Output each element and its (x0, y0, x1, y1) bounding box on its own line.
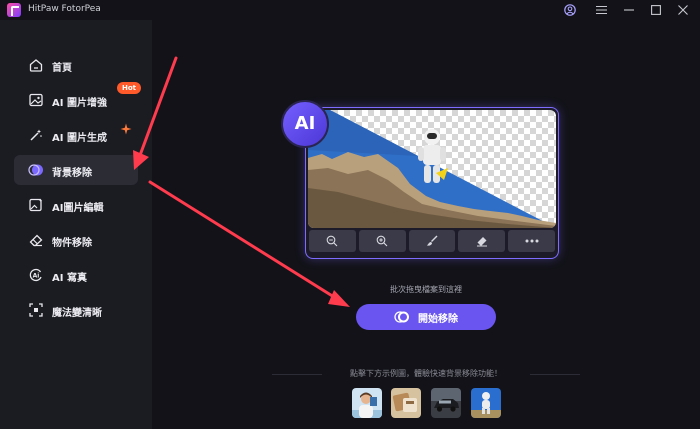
close-icon[interactable] (674, 2, 692, 18)
sidebar-item-label: 首頁 (52, 63, 72, 74)
hot-badge: Hot (117, 82, 141, 94)
image-edit-icon (29, 198, 43, 212)
preview-card (305, 107, 559, 259)
image-enhance-icon (29, 93, 43, 107)
divider (530, 374, 580, 375)
sample-product[interactable] (391, 388, 421, 418)
menu-icon[interactable] (592, 2, 610, 18)
app-logo-icon (7, 3, 21, 17)
ai-portrait-icon: Ai (29, 268, 42, 282)
background-remove-icon (394, 311, 409, 323)
svg-text:Ai: Ai (33, 273, 40, 280)
zoom-out-button[interactable] (309, 230, 356, 252)
more-icon (525, 239, 539, 243)
sidebar-item-label: 魔法變清晰 (52, 308, 102, 319)
sidebar-item-label: AI 圖片生成 (52, 133, 107, 144)
sharpen-icon (29, 303, 43, 317)
sidebar-item-ai-portrait[interactable]: Ai AI 寫真 (14, 260, 138, 290)
app-title: HitPaw FotorPea (28, 4, 101, 14)
sidebar-item-home[interactable]: 首頁 (14, 50, 138, 80)
sparkle-icon (120, 123, 132, 135)
preview-toolbar (309, 230, 555, 254)
eraser-button[interactable] (458, 230, 506, 252)
ai-badge: AI (281, 100, 329, 148)
sidebar-item-background-remove[interactable]: 背景移除 (14, 155, 138, 185)
sample-car[interactable] (431, 388, 461, 418)
sidebar-item-label: AI 寫真 (52, 273, 87, 284)
sidebar-item-sharpen[interactable]: 魔法變清晰 (14, 295, 138, 325)
drop-hint: 批次拖曳檔案到這裡 (390, 285, 462, 294)
sample-portrait[interactable] (352, 388, 382, 418)
sidebar-item-label: 物件移除 (52, 238, 92, 249)
sidebar-item-ai-generate[interactable]: AI 圖片生成 (14, 120, 138, 150)
brush-button[interactable] (408, 230, 456, 252)
sidebar-item-label: 背景移除 (52, 168, 92, 179)
zoom-in-icon (376, 235, 388, 247)
sidebar-item-label: AI 圖片增強 (52, 98, 107, 109)
title-bar: HitPaw FotorPea (0, 0, 700, 20)
sample-hint: 點擊下方示例圖，體驗快速背景移除功能！ (350, 369, 502, 378)
minimize-icon[interactable] (620, 2, 638, 18)
sample-pet[interactable] (471, 388, 501, 418)
zoom-in-button[interactable] (358, 230, 406, 252)
more-button[interactable] (508, 230, 555, 252)
account-icon[interactable] (561, 2, 579, 18)
start-remove-button[interactable]: 開始移除 (356, 304, 496, 330)
sidebar-item-ai-edit[interactable]: AI圖片編輯 (14, 190, 138, 220)
background-remove-icon (28, 164, 43, 176)
brush-icon (426, 235, 438, 246)
maximize-icon[interactable] (647, 2, 665, 18)
sidebar-scrollbar[interactable] (150, 20, 152, 429)
home-icon (29, 59, 43, 72)
eraser-icon (476, 237, 487, 247)
magic-wand-icon (30, 129, 42, 141)
eraser-icon (29, 234, 43, 247)
sidebar-item-label: AI圖片編輯 (52, 203, 104, 214)
zoom-out-icon (327, 235, 338, 247)
preview-image (308, 110, 556, 228)
divider (272, 374, 322, 375)
sidebar-item-object-remove[interactable]: 物件移除 (14, 225, 138, 255)
start-remove-label: 開始移除 (418, 313, 458, 325)
